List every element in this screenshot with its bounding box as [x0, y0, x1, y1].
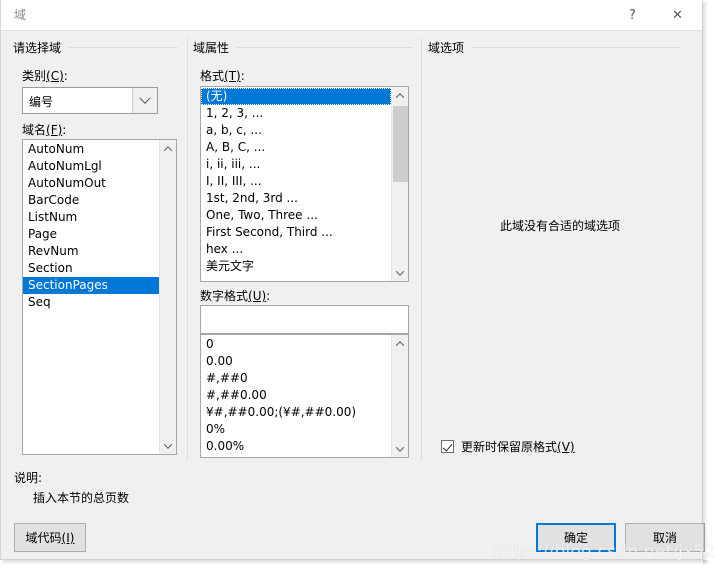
list-item[interactable]: AutoNumOut [23, 175, 159, 192]
numfmt-listbox[interactable]: 0 0.00 #,##0 #,##0.00 ¥#,##0.00;(¥#,##0.00) 0… [200, 334, 409, 458]
format-label: 格式(T): [200, 67, 245, 84]
field-code-button-text: 域代码 [25, 531, 62, 545]
list-item[interactable]: RevNum [23, 243, 159, 260]
list-item[interactable]: 0.00% [201, 438, 391, 455]
category-label-colon: : [63, 69, 68, 83]
chevron-up-glyph [395, 340, 405, 350]
preserve-formatting-accel: (V) [557, 440, 575, 454]
list-item[interactable]: a, b, c, ... [201, 122, 391, 139]
checkmark-icon [441, 440, 454, 453]
chevron-up-glyph [163, 145, 173, 155]
list-item[interactable]: ¥#,##0.00;(¥#,##0.00) [201, 404, 391, 421]
scrollbar-thumb[interactable] [393, 106, 408, 182]
list-item[interactable]: hex ... [201, 241, 391, 258]
category-label-text: 类别 [22, 69, 47, 83]
format-scrollbar[interactable] [391, 87, 408, 281]
group-label-field-properties: 域属性 [193, 39, 236, 56]
field-dialog-window: 域 ? ✕ 请选择域 类别(C): 编号 域名(F): AutoNum AutoN… [0, 0, 714, 562]
scroll-down-icon[interactable] [160, 437, 176, 454]
scroll-down-icon[interactable] [392, 440, 408, 457]
fieldname-list-items[interactable]: AutoNum AutoNumLgl AutoNumOut BarCode ListNu… [23, 140, 159, 454]
list-item[interactable]: Page [23, 226, 159, 243]
chevron-down-glyph [139, 92, 151, 104]
field-code-button-accel: (I) [61, 530, 75, 545]
format-label-accel: (T) [224, 69, 241, 83]
category-selected-value: 编号 [29, 95, 54, 109]
list-item[interactable]: 0.00 [201, 353, 391, 370]
format-listbox[interactable]: (无) 1, 2, 3, ... a, b, c, ... A, B, C, ... i… [200, 86, 409, 282]
preserve-formatting-checkbox[interactable]: 更新时保留原格式(V) [441, 438, 575, 455]
preserve-formatting-text: 更新时保留原格式 [461, 440, 558, 454]
panel-separator-left [187, 38, 188, 460]
close-icon[interactable]: ✕ [655, 0, 700, 30]
description-label: 说明: [14, 471, 43, 485]
fieldname-scrollbar[interactable] [159, 140, 176, 454]
group-rule-select-field [68, 47, 178, 48]
panel-separator-right [421, 38, 422, 460]
description-text: 插入本节的总页数 [33, 491, 130, 505]
group-rule-field-options [472, 47, 681, 48]
chevron-down-glyph [395, 266, 405, 276]
format-list-items[interactable]: (无) 1, 2, 3, ... a, b, c, ... A, B, C, ... i… [201, 87, 391, 281]
numfmt-label-colon: : [266, 289, 271, 303]
group-label-field-options: 域选项 [428, 39, 471, 56]
list-item[interactable]: SectionPages [23, 277, 159, 294]
category-label-accel: (C) [46, 69, 64, 83]
window-shadow-right [703, 2, 708, 564]
list-item[interactable]: Seq [23, 294, 159, 311]
list-item[interactable]: 0 [201, 336, 391, 353]
list-item[interactable]: 美元文字 [201, 258, 391, 275]
chevron-up-glyph [395, 92, 405, 102]
category-combobox[interactable]: 编号 [22, 87, 158, 114]
format-label-text: 格式 [200, 69, 225, 83]
numfmt-label-accel: (U) [248, 289, 267, 303]
scroll-up-icon[interactable] [392, 335, 408, 352]
list-item[interactable]: I, II, III, ... [201, 173, 391, 190]
chevron-down-glyph [395, 442, 405, 452]
list-item[interactable]: 1st, 2nd, 3rd ... [201, 190, 391, 207]
scroll-up-icon[interactable] [392, 87, 408, 104]
chevron-down-glyph [163, 439, 173, 449]
list-item[interactable]: (无) [201, 88, 391, 105]
format-label-colon: : [240, 69, 245, 83]
group-rule-field-properties [236, 47, 413, 48]
list-item[interactable]: One, Two, Three ... [201, 207, 391, 224]
numfmt-scrollbar[interactable] [391, 335, 408, 457]
category-label: 类别(C): [22, 67, 68, 84]
numfmt-label: 数字格式(U): [200, 287, 270, 304]
preserve-formatting-label: 更新时保留原格式(V) [461, 438, 575, 455]
list-item[interactable]: First Second, Third ... [201, 224, 391, 241]
list-item[interactable]: 0% [201, 421, 391, 438]
fieldname-label-accel: (F) [46, 123, 63, 137]
chevron-down-icon[interactable] [132, 88, 157, 113]
list-item[interactable]: i, ii, iii, ... [201, 156, 391, 173]
list-item[interactable]: 1, 2, 3, ... [201, 105, 391, 122]
list-item[interactable]: AutoNum [23, 141, 159, 158]
no-field-options-message: 此域没有合适的域选项 [499, 219, 620, 233]
list-item[interactable]: Section [23, 260, 159, 277]
fieldname-listbox[interactable]: AutoNum AutoNumLgl AutoNumOut BarCode ListNu… [22, 139, 177, 455]
numfmt-label-text: 数字格式 [200, 289, 249, 303]
help-icon[interactable]: ? [610, 0, 655, 30]
list-item[interactable]: AutoNumLgl [23, 158, 159, 175]
fieldname-label-text: 域名 [22, 123, 47, 137]
title-bar: 域 ? ✕ [1, 0, 702, 31]
group-label-select-field: 请选择域 [13, 39, 68, 56]
scroll-down-icon[interactable] [392, 264, 408, 281]
list-item[interactable]: A, B, C, ... [201, 139, 391, 156]
list-item[interactable]: #,##0 [201, 370, 391, 387]
window-shadow-bottom [2, 560, 708, 565]
cancel-button[interactable]: 取消 [625, 523, 705, 552]
window-title: 域 [14, 8, 27, 22]
numfmt-list-items[interactable]: 0 0.00 #,##0 #,##0.00 ¥#,##0.00;(¥#,##0.00) 0… [201, 335, 391, 457]
list-item[interactable]: BarCode [23, 192, 159, 209]
list-item[interactable]: #,##0.00 [201, 387, 391, 404]
numfmt-input[interactable] [200, 305, 409, 334]
list-item[interactable]: ListNum [23, 209, 159, 226]
scroll-up-icon[interactable] [160, 140, 176, 157]
ok-button[interactable]: 确定 [536, 523, 616, 552]
field-code-button[interactable]: 域代码 (I) [14, 523, 86, 552]
fieldname-label-colon: : [62, 123, 67, 137]
fieldname-label: 域名(F): [22, 121, 66, 138]
